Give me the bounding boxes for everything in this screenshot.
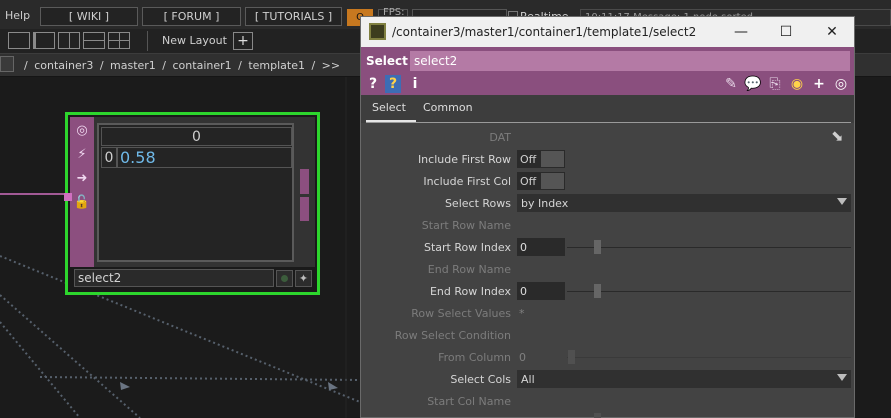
end-row-index-field[interactable]: 0 [517,282,565,300]
param-end-row-index-label: End Row Index [429,285,511,298]
maximize-button[interactable]: ☐ [776,22,796,42]
node-name-label[interactable]: select2 [74,269,274,287]
window-title-bar[interactable]: /container3/master1/container1/template1… [361,17,854,47]
home-icon[interactable] [0,56,14,72]
select-dat-node[interactable]: ◎ ⚡ ➜ 🔓 0 0 0.58 select2 ✦ [64,112,320,295]
layout-quad-icon[interactable] [108,32,130,49]
info-icon[interactable]: i [407,75,423,93]
param-start-row-name-label: Start Row Name [421,219,511,232]
operator-name-field[interactable]: select2 [410,51,850,71]
node-table-viewer: 0 0 0.58 [97,123,294,262]
node-input-connector[interactable] [64,193,72,201]
table-row-index: 0 [101,147,117,168]
from-column-field[interactable]: 0 [519,351,526,364]
tab-select[interactable]: Select [372,101,406,114]
network-path[interactable]: / container3 / master1 / container1 / te… [24,59,340,72]
add-parameter-icon[interactable]: + [811,75,827,93]
node-flag-strip: ◎ ⚡ ➜ 🔓 [70,117,94,267]
end-row-index-slider-track[interactable] [567,291,851,292]
param-include-first-row-label: Include First Row [417,153,511,166]
python-help-icon[interactable]: ? [385,75,401,93]
table-header-cell: 0 [101,127,292,146]
start-row-index-field[interactable]: 0 [517,238,565,256]
parameter-window: /container3/master1/container1/template1… [360,16,855,418]
wire-arrow-1 [120,382,130,390]
lock-icon[interactable]: 🔓 [72,192,92,212]
param-select-rows-label: Select Rows [444,197,511,210]
tutorials-button[interactable]: [ TUTORIALS ] [245,7,342,26]
forum-button[interactable]: [ FORUM ] [142,7,241,26]
row-select-values-field[interactable]: * [519,307,525,320]
include-first-row-toggle[interactable]: Off [517,150,565,168]
param-start-col-name-label: Start Col Name [427,395,511,408]
start-row-index-slider-track[interactable] [567,247,851,248]
param-from-column-label: From Column [438,351,511,364]
window-title: /container3/master1/container1/template1… [392,25,697,39]
connector-gap [300,194,309,197]
toggle-knob [541,151,564,167]
new-layout-label[interactable]: New Layout [162,34,227,47]
next-slider-handle[interactable] [594,413,601,418]
crosshair-icon: ✦ [298,272,309,285]
wiki-button[interactable]: [ WIKI ] [40,7,138,26]
parameter-tabs: Select Common [361,95,854,123]
table-value-cell: 0.58 [117,147,292,168]
include-first-col-toggle[interactable]: Off [517,172,565,190]
comment-icon[interactable]: 💬 [744,75,761,93]
dat-drop-arrow-icon[interactable]: ⬊ [831,127,844,145]
wire-dotted-3 [0,321,81,418]
param-row-select-condition-label: Row Select Condition [394,329,511,342]
add-layout-button[interactable]: + [233,32,253,50]
wire-arrow-2 [328,382,338,390]
help-menu[interactable]: Help [5,9,30,22]
cook-icon[interactable]: ⚡ [72,144,92,164]
node-display-button[interactable] [276,270,293,287]
operator-header: Select select2 ? ? i ✎ 💬 ⎘ ◉ + ◎ [361,47,854,95]
export-arrow-icon[interactable]: ➜ [72,168,92,188]
wire-dotted-4 [39,376,361,381]
layout-divider [147,31,148,51]
from-column-slider-handle[interactable] [568,350,575,364]
python-icon[interactable]: ◉ [789,75,805,93]
viewer-active-icon[interactable]: ◎ [72,120,92,140]
param-row-select-values-label: Row Select Values [411,307,511,320]
chevron-down-icon [837,198,847,205]
wire-dotted-2 [0,294,141,418]
param-start-row-index-label: Start Row Index [423,241,511,254]
layout-split-icon[interactable] [33,32,55,49]
node-expand-button[interactable]: ✦ [295,270,312,287]
target-icon[interactable]: ◎ [833,75,849,93]
param-dat-label: DAT [489,131,511,144]
tab-divider [366,122,851,123]
minimize-button[interactable]: — [731,22,751,42]
touchdesigner-app-icon [369,23,386,40]
param-end-row-name-label: End Row Name [427,263,511,276]
select-cols-value: All [521,372,535,386]
help-question-icon[interactable]: ? [365,75,381,93]
layout-single-icon[interactable] [8,32,30,49]
include-first-col-value: Off [520,174,537,188]
from-column-slider-track[interactable] [567,357,851,358]
pencil-icon[interactable]: ✎ [723,75,739,93]
select-rows-value: by Index [521,196,569,210]
param-select-cols-label: Select Cols [450,373,511,386]
param-include-first-col-label: Include First Col [423,175,511,188]
close-button[interactable]: ✕ [822,22,842,42]
start-row-index-slider-handle[interactable] [594,240,601,254]
end-row-index-slider-handle[interactable] [594,284,601,298]
tab-common[interactable]: Common [423,101,473,114]
select-cols-dropdown[interactable]: All [517,370,851,388]
clipboard-icon[interactable]: ⎘ [767,75,783,93]
chevron-down-icon [837,374,847,381]
operator-type-label: Select [366,54,408,68]
display-dot-icon [281,275,288,282]
layout-vertical-icon[interactable] [58,32,80,49]
include-first-row-value: Off [520,152,537,166]
toggle-knob [541,173,564,189]
select-rows-dropdown[interactable]: by Index [517,194,851,212]
layout-horizontal-icon[interactable] [83,32,105,49]
